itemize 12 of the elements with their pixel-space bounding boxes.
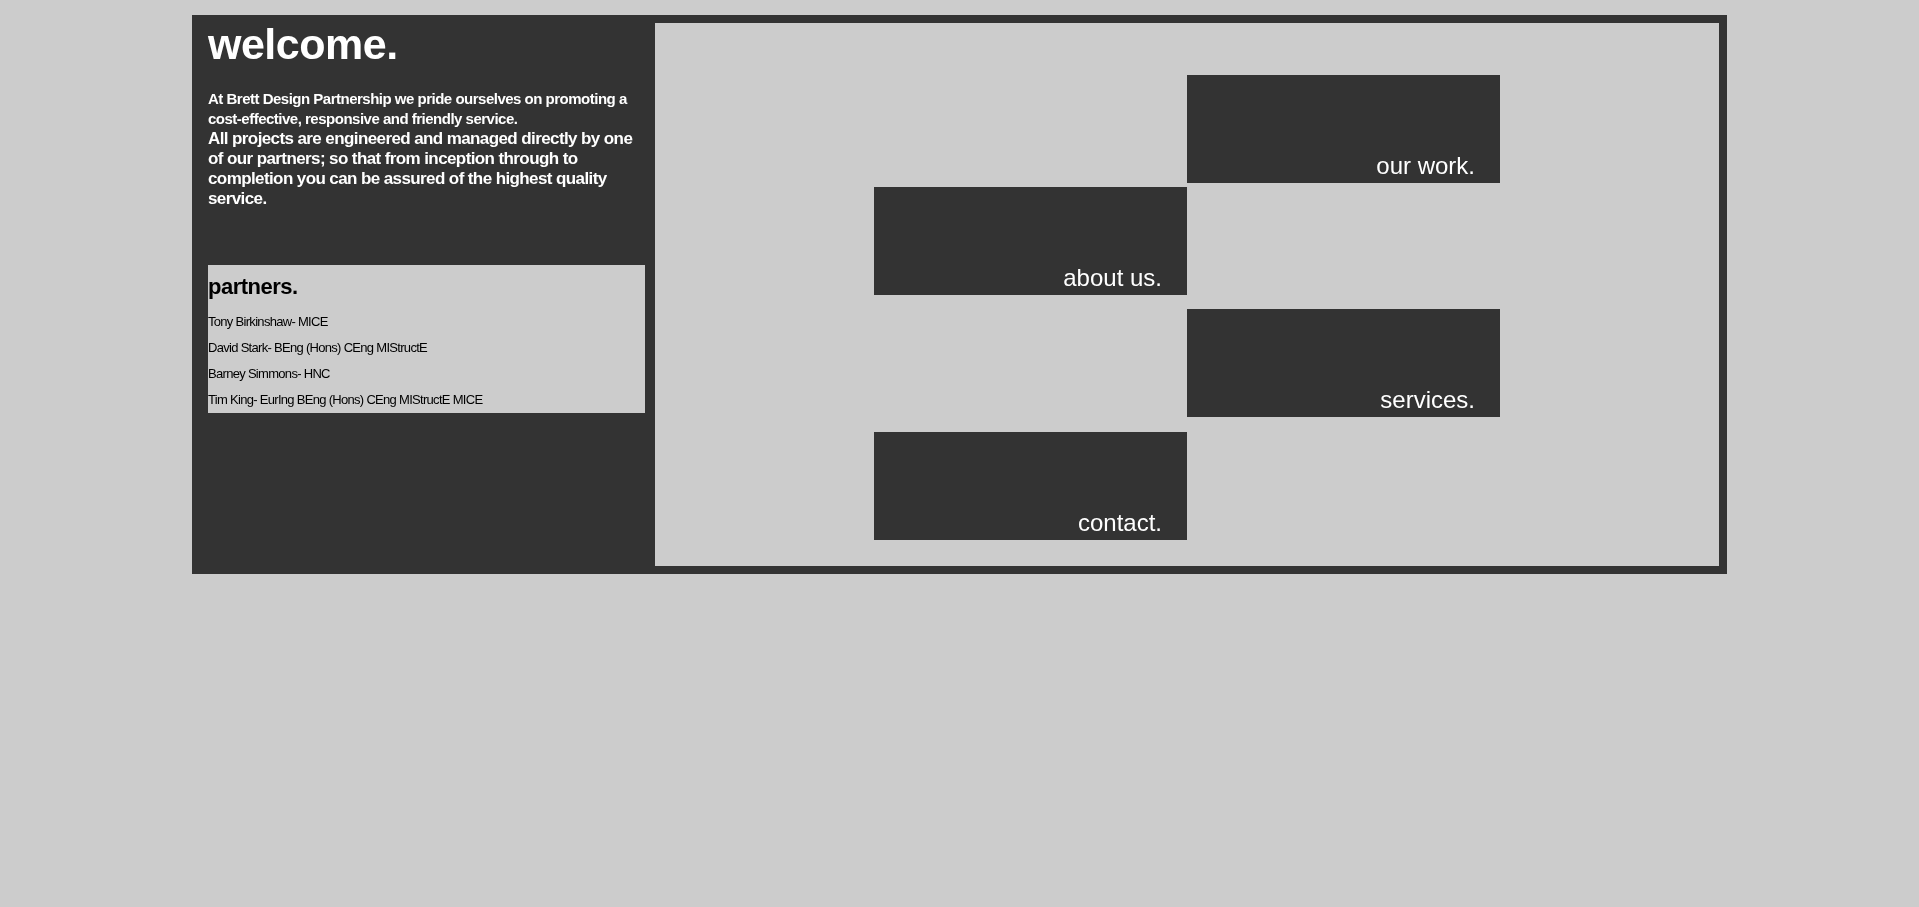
nav-tile[interactable]: about us. — [874, 187, 1187, 295]
nav-tile[interactable]: contact. — [874, 432, 1187, 540]
welcome-heading: welcome. — [208, 23, 398, 66]
partner-name: Barney Simmons- HNC — [208, 365, 330, 383]
intro-text: At Brett Design Partnership we pride ourselves on promoting a cost-effective, responsive and friendly service. — [208, 89, 629, 129]
partner-name: Tim King- EurIng BEng (Hons) CEng MIStructE MICE — [208, 391, 483, 409]
nav-tile[interactable]: our work. — [1187, 75, 1500, 183]
partners-heading: partners. — [208, 273, 298, 301]
intro-text: All projects are engineered and managed directly by one of our partners; so that from inception through to completion you can be assured of the highest quality service. — [208, 129, 634, 209]
nav-tile[interactable]: services. — [1187, 309, 1500, 417]
partner-name: Tony Birkinshaw- MICE — [208, 313, 328, 331]
partner-name: David Stark- BEng (Hons) CEng MIStructE — [208, 339, 428, 357]
